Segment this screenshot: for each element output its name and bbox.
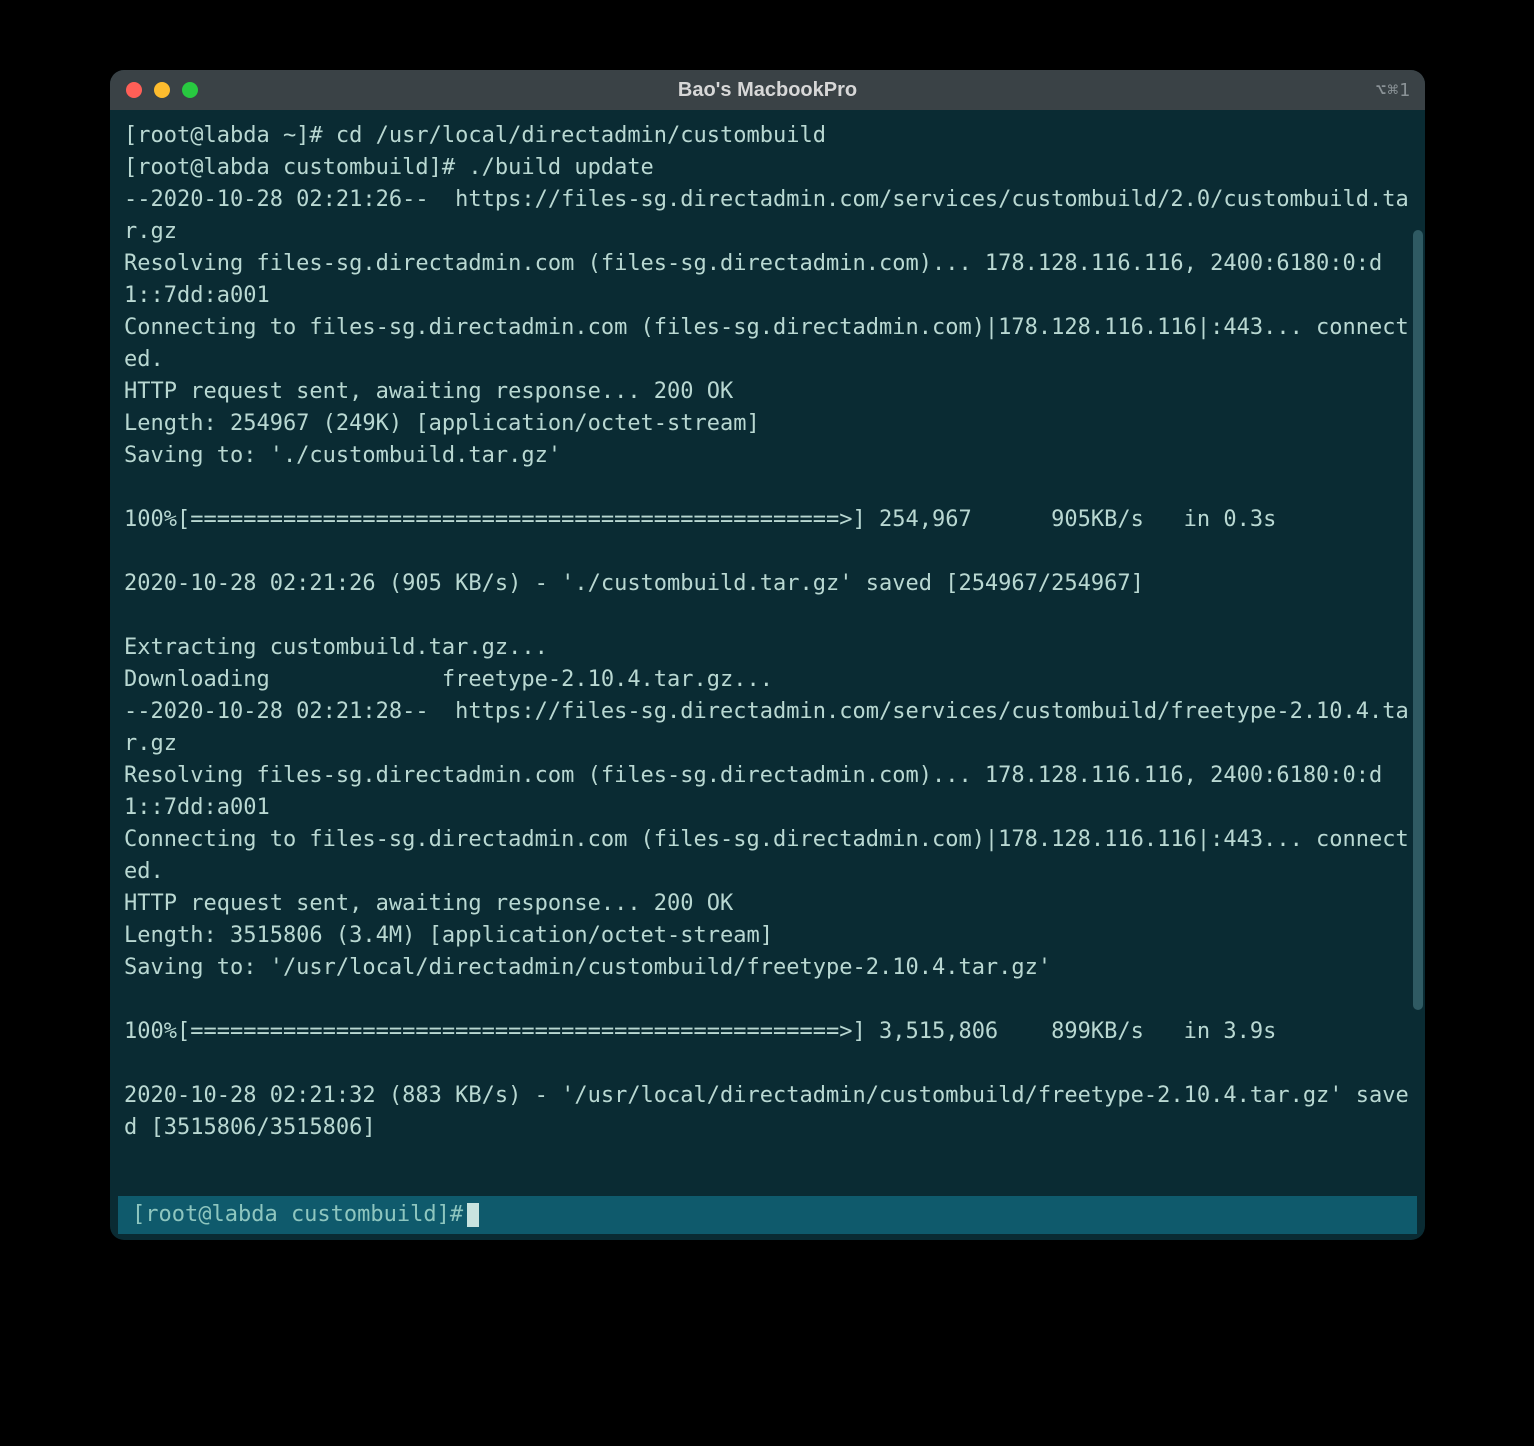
scrollbar-thumb[interactable] [1413, 230, 1423, 1010]
cursor-icon [467, 1203, 479, 1227]
terminal-output[interactable]: [root@labda ~]# cd /usr/local/directadmi… [110, 110, 1425, 1196]
traffic-lights [110, 82, 198, 98]
window-title: Bao's MacbookPro [110, 79, 1425, 102]
close-button[interactable] [126, 82, 142, 98]
minimize-button[interactable] [154, 82, 170, 98]
scrollbar-track[interactable] [1411, 110, 1423, 1240]
terminal-window: Bao's MacbookPro ⌥⌘1 [root@labda ~]# cd … [110, 70, 1425, 1240]
prompt-text: [root@labda custombuild]# [132, 1198, 463, 1232]
prompt-row[interactable]: [root@labda custombuild]# [118, 1196, 1417, 1234]
titlebar[interactable]: Bao's MacbookPro ⌥⌘1 [110, 70, 1425, 110]
terminal-body[interactable]: [root@labda ~]# cd /usr/local/directadmi… [110, 110, 1425, 1240]
window-shortcut-hint: ⌥⌘1 [1375, 80, 1411, 101]
maximize-button[interactable] [182, 82, 198, 98]
